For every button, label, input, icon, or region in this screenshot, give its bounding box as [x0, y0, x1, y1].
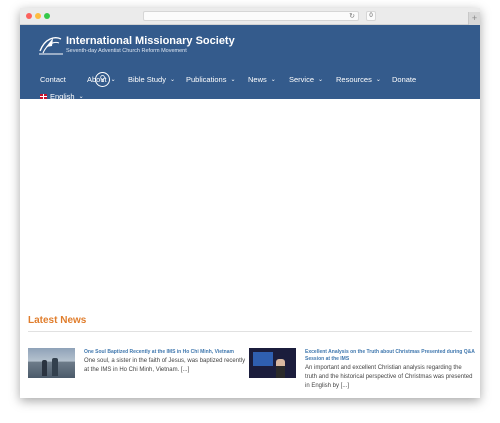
reload-icon[interactable]: ↻: [349, 12, 355, 22]
browser-window: ↻ 0 + International Missionary Society S…: [20, 8, 480, 398]
chevron-down-icon: ⌄: [375, 76, 381, 83]
chevron-down-icon: ⌄: [230, 76, 236, 83]
address-bar[interactable]: ↻: [143, 11, 359, 21]
chevron-down-icon: ⌄: [270, 76, 276, 83]
site-title[interactable]: International Missionary Society: [66, 35, 235, 47]
nav-label: Resources: [336, 75, 372, 84]
chevron-down-icon: ⌄: [110, 76, 116, 83]
language-selector[interactable]: English ⌄: [40, 92, 84, 101]
new-tab-button[interactable]: +: [468, 12, 480, 25]
extension-button[interactable]: 0: [366, 11, 376, 21]
ims-logo-icon[interactable]: [37, 34, 65, 56]
nav-label: Contact: [40, 75, 66, 84]
new-tab-label: +: [471, 13, 478, 23]
close-window-button[interactable]: [26, 13, 32, 19]
site-header: International Missionary Society Seventh…: [20, 25, 480, 101]
site-tagline: Seventh-day Adventist Church Reform Move…: [66, 48, 187, 54]
article-thumbnail[interactable]: [28, 348, 75, 378]
article-title-link[interactable]: One Soul Baptized Recently at the IMS in…: [84, 349, 244, 356]
nav-label: News: [248, 75, 267, 84]
section-divider: [28, 331, 472, 332]
nav-item-contact[interactable]: Contact: [40, 75, 66, 84]
browser-toolbar: ↻ 0 +: [20, 8, 480, 25]
nav-label: Donate: [392, 75, 417, 84]
nav-label: Bible Study: [128, 75, 166, 84]
article-thumbnail[interactable]: [249, 348, 296, 378]
article-excerpt: One soul, a sister in the faith of Jesus…: [84, 358, 246, 373]
nav-item-bible-study[interactable]: Bible Study ⌄: [128, 75, 175, 84]
uk-flag-icon: [40, 94, 47, 99]
chevron-down-icon: ⌄: [318, 76, 324, 83]
nav-item-service[interactable]: Service ⌄: [289, 75, 323, 84]
maximize-window-button[interactable]: [44, 13, 50, 19]
extension-label: 0: [369, 13, 373, 19]
nav-item-publications[interactable]: Publications ⌄: [186, 75, 235, 84]
article-excerpt: An important and excellent Christian ana…: [305, 365, 473, 389]
latest-news-heading: Latest News: [28, 315, 87, 326]
nav-item-donate[interactable]: Donate: [392, 75, 416, 84]
nav-label: Publications: [186, 75, 227, 84]
nav-item-news[interactable]: News ⌄: [248, 75, 276, 84]
nav-label: Service: [289, 75, 315, 84]
search-icon[interactable]: ⚲: [95, 72, 110, 87]
chevron-down-icon: ⌄: [169, 76, 175, 83]
language-label: English: [50, 92, 75, 101]
minimize-window-button[interactable]: [35, 13, 41, 19]
chevron-down-icon: ⌄: [78, 93, 84, 100]
article-title-link[interactable]: Excellent Analysis on the Truth about Ch…: [305, 349, 475, 363]
nav-item-resources[interactable]: Resources ⌄: [336, 75, 381, 84]
